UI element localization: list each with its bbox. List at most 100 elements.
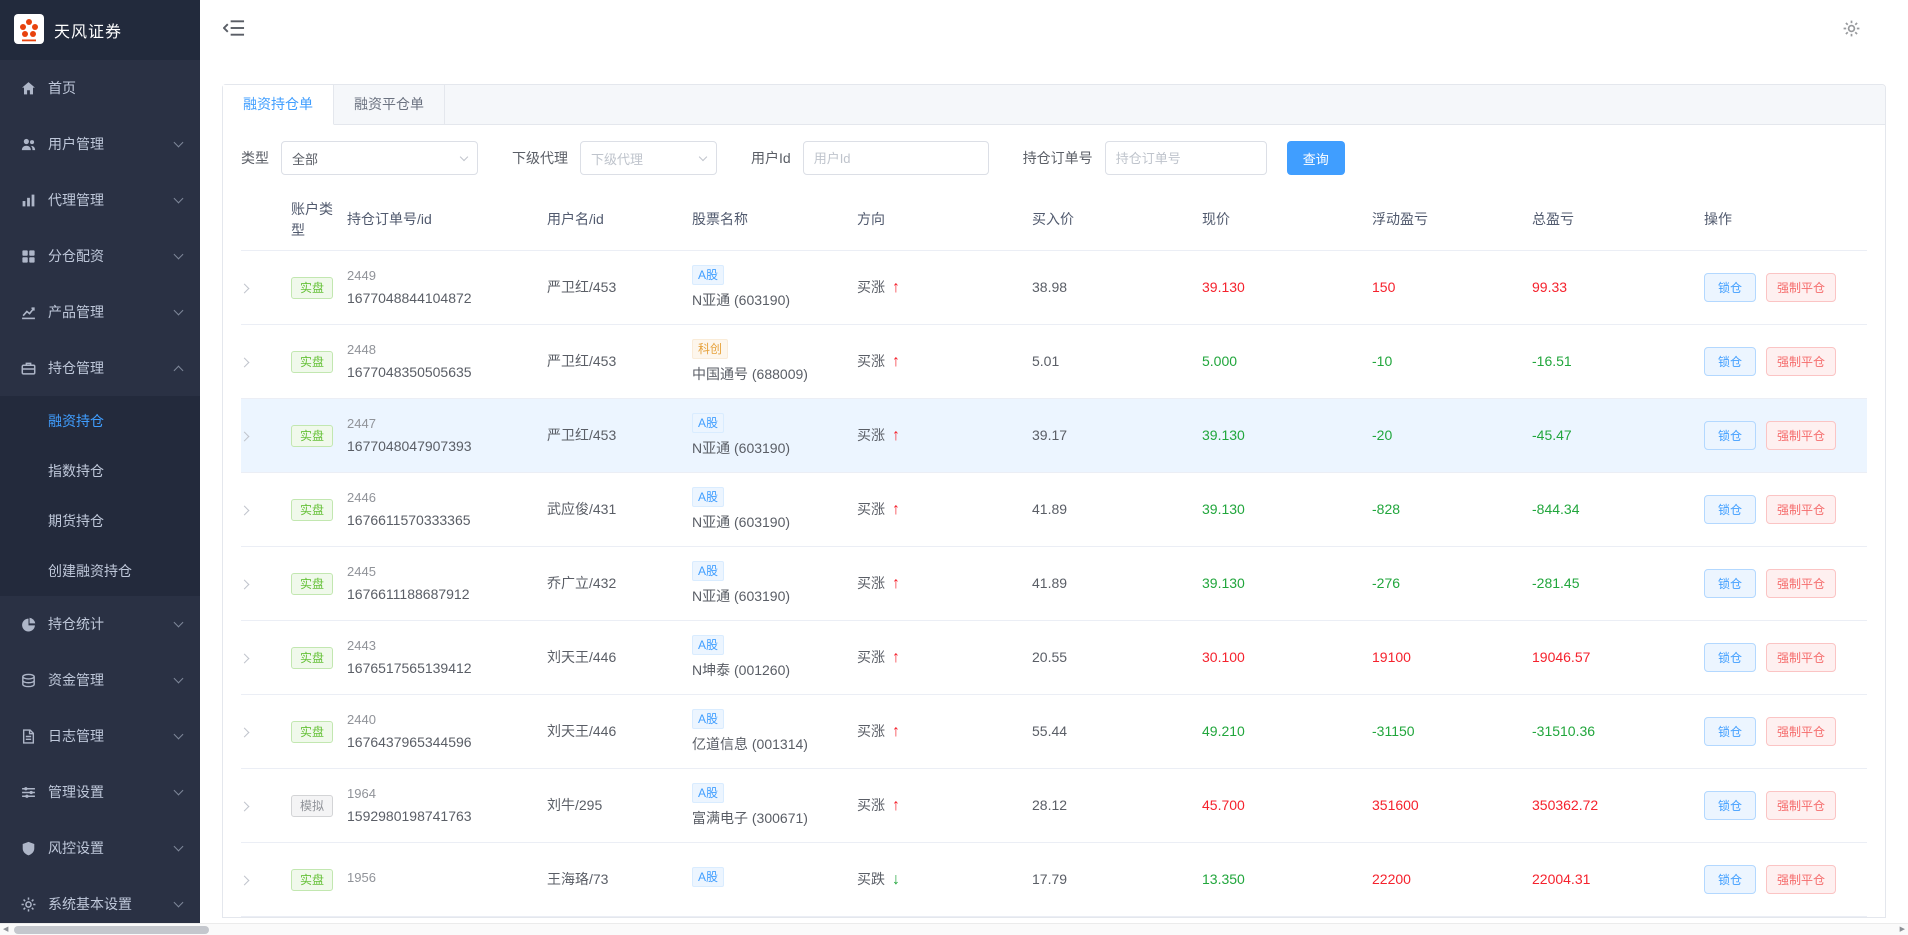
scrollbar-thumb[interactable] bbox=[14, 926, 209, 934]
force-close-button[interactable]: 强制平仓 bbox=[1766, 643, 1836, 672]
order-input[interactable] bbox=[1105, 141, 1267, 175]
chevron-down-icon bbox=[460, 152, 468, 160]
stock-cell: A股N亚通 (603190) bbox=[692, 487, 857, 532]
force-close-button[interactable]: 强制平仓 bbox=[1766, 273, 1836, 302]
force-close-button[interactable]: 强制平仓 bbox=[1766, 791, 1836, 820]
table-body: 实盘24491677048844104872严卫红/453A股N亚通 (6031… bbox=[241, 251, 1867, 917]
row-expand[interactable] bbox=[241, 648, 291, 667]
sidebar-item-position-mgmt[interactable]: 持仓管理 bbox=[0, 340, 200, 396]
sidebar-subitem-create-financing-position[interactable]: 创建融资持仓 bbox=[0, 546, 200, 596]
row-expand[interactable] bbox=[241, 574, 291, 593]
force-close-button[interactable]: 强制平仓 bbox=[1766, 347, 1836, 376]
product-icon bbox=[20, 304, 36, 320]
force-close-button[interactable]: 强制平仓 bbox=[1766, 569, 1836, 598]
brand: 天风证券 bbox=[0, 0, 200, 60]
sidebar-item-log-mgmt[interactable]: 日志管理 bbox=[0, 708, 200, 764]
sidebar-item-admin-settings[interactable]: 管理设置 bbox=[0, 764, 200, 820]
direction-label: 买涨 bbox=[857, 574, 885, 593]
settings-gear-icon[interactable] bbox=[1843, 20, 1860, 37]
stock-cell: A股N亚通 (603190) bbox=[692, 265, 857, 310]
buy-price-cell: 41.89 bbox=[1032, 500, 1202, 519]
lock-position-button[interactable]: 锁仓 bbox=[1704, 273, 1756, 302]
brand-logo-icon bbox=[14, 14, 44, 47]
sidebar-collapse-icon[interactable] bbox=[223, 19, 245, 37]
position-icon bbox=[20, 360, 36, 376]
sidebar-item-warehouse-allot[interactable]: 分仓配资 bbox=[0, 228, 200, 284]
type-select[interactable]: 全部 bbox=[281, 141, 478, 175]
buy-price-cell: 28.12 bbox=[1032, 796, 1202, 815]
current-price-cell: 5.000 bbox=[1202, 352, 1372, 371]
account-type-cell: 模拟 bbox=[291, 795, 347, 817]
force-close-button[interactable]: 强制平仓 bbox=[1766, 865, 1836, 894]
order-cell: 24481677048350505635 bbox=[347, 341, 547, 381]
chevron-down-icon bbox=[174, 138, 184, 148]
lock-position-button[interactable]: 锁仓 bbox=[1704, 495, 1756, 524]
sidebar-item-user-mgmt[interactable]: 用户管理 bbox=[0, 116, 200, 172]
sidebar-item-agent-mgmt[interactable]: 代理管理 bbox=[0, 172, 200, 228]
row-expand[interactable] bbox=[241, 500, 291, 519]
lock-position-button[interactable]: 锁仓 bbox=[1704, 569, 1756, 598]
account-type-badge: 实盘 bbox=[291, 499, 333, 521]
row-expand[interactable] bbox=[241, 722, 291, 741]
sidebar-item-label: 资金管理 bbox=[48, 670, 175, 690]
sidebar-subitem-index-position[interactable]: 指数持仓 bbox=[0, 446, 200, 496]
total-pl-cell: 22004.31 bbox=[1532, 870, 1704, 889]
force-close-button[interactable]: 强制平仓 bbox=[1766, 717, 1836, 746]
row-expand[interactable] bbox=[241, 426, 291, 445]
order-id: 1677048350505635 bbox=[347, 363, 539, 382]
sidebar-item-funds-mgmt[interactable]: 资金管理 bbox=[0, 652, 200, 708]
horizontal-scrollbar[interactable]: ◀ ▶ bbox=[0, 923, 1908, 935]
lock-position-button[interactable]: 锁仓 bbox=[1704, 347, 1756, 376]
current-price-cell: 30.100 bbox=[1202, 648, 1372, 667]
chevron-right-icon bbox=[240, 358, 250, 368]
stock-cell: A股N亚通 (603190) bbox=[692, 413, 857, 458]
scroll-left-arrow-icon[interactable]: ◀ bbox=[3, 925, 8, 935]
lock-position-button[interactable]: 锁仓 bbox=[1704, 643, 1756, 672]
floating-pl-cell: 19100 bbox=[1372, 648, 1532, 667]
trend-up-arrow-icon: ↑ bbox=[892, 573, 900, 595]
sidebar-item-home[interactable]: 首页 bbox=[0, 60, 200, 116]
force-close-button[interactable]: 强制平仓 bbox=[1766, 495, 1836, 524]
lock-position-button[interactable]: 锁仓 bbox=[1704, 791, 1756, 820]
table-row: 实盘24471677048047907393严卫红/453A股N亚通 (6031… bbox=[241, 399, 1867, 473]
tab-financing-closed[interactable]: 融资平仓单 bbox=[334, 85, 445, 125]
stock-name: N亚通 (603190) bbox=[692, 587, 849, 606]
tab-financing-open[interactable]: 融资持仓单 bbox=[223, 85, 334, 125]
user-cell: 乔广立/432 bbox=[547, 574, 692, 593]
market-tag: 科创 bbox=[692, 339, 728, 359]
direction-cell: 买涨↑ bbox=[857, 425, 1032, 447]
force-close-button[interactable]: 强制平仓 bbox=[1766, 421, 1836, 450]
direction-cell: 买涨↑ bbox=[857, 277, 1032, 299]
account-type-cell: 实盘 bbox=[291, 573, 347, 595]
lock-position-button[interactable]: 锁仓 bbox=[1704, 421, 1756, 450]
sidebar-item-label: 产品管理 bbox=[48, 302, 175, 322]
sidebar-item-position-stats[interactable]: 持仓统计 bbox=[0, 596, 200, 652]
lock-position-button[interactable]: 锁仓 bbox=[1704, 717, 1756, 746]
order-cell: 24431676517565139412 bbox=[347, 637, 547, 677]
direction-label: 买涨 bbox=[857, 648, 885, 667]
sidebar-item-label: 系统基本设置 bbox=[48, 894, 175, 914]
search-button[interactable]: 查询 bbox=[1287, 141, 1345, 175]
scroll-right-arrow-icon[interactable]: ▶ bbox=[1900, 925, 1905, 935]
total-pl-cell: -45.47 bbox=[1532, 426, 1704, 445]
row-expand[interactable] bbox=[241, 352, 291, 371]
sidebar-subitem-financing-position[interactable]: 融资持仓 bbox=[0, 396, 200, 446]
lock-position-button[interactable]: 锁仓 bbox=[1704, 865, 1756, 894]
row-expand[interactable] bbox=[241, 796, 291, 815]
order-number: 2440 bbox=[347, 711, 539, 729]
sidebar-item-risk-settings[interactable]: 风控设置 bbox=[0, 820, 200, 876]
market-tag: A股 bbox=[692, 265, 724, 285]
row-expand[interactable] bbox=[241, 278, 291, 297]
direction-label: 买涨 bbox=[857, 352, 885, 371]
row-expand[interactable] bbox=[241, 870, 291, 889]
buy-price-cell: 38.98 bbox=[1032, 278, 1202, 297]
table-row: 实盘24491677048844104872严卫红/453A股N亚通 (6031… bbox=[241, 251, 1867, 325]
actions-cell: 锁仓强制平仓 bbox=[1704, 717, 1864, 746]
direction-label: 买涨 bbox=[857, 796, 885, 815]
sidebar-item-product-mgmt[interactable]: 产品管理 bbox=[0, 284, 200, 340]
table-row: 实盘24401676437965344596刘天王/446A股亿道信息 (001… bbox=[241, 695, 1867, 769]
userid-input[interactable] bbox=[803, 141, 989, 175]
agent-select[interactable]: 下级代理 bbox=[580, 141, 717, 175]
market-tag: A股 bbox=[692, 413, 724, 433]
sidebar-subitem-futures-position[interactable]: 期货持仓 bbox=[0, 496, 200, 546]
